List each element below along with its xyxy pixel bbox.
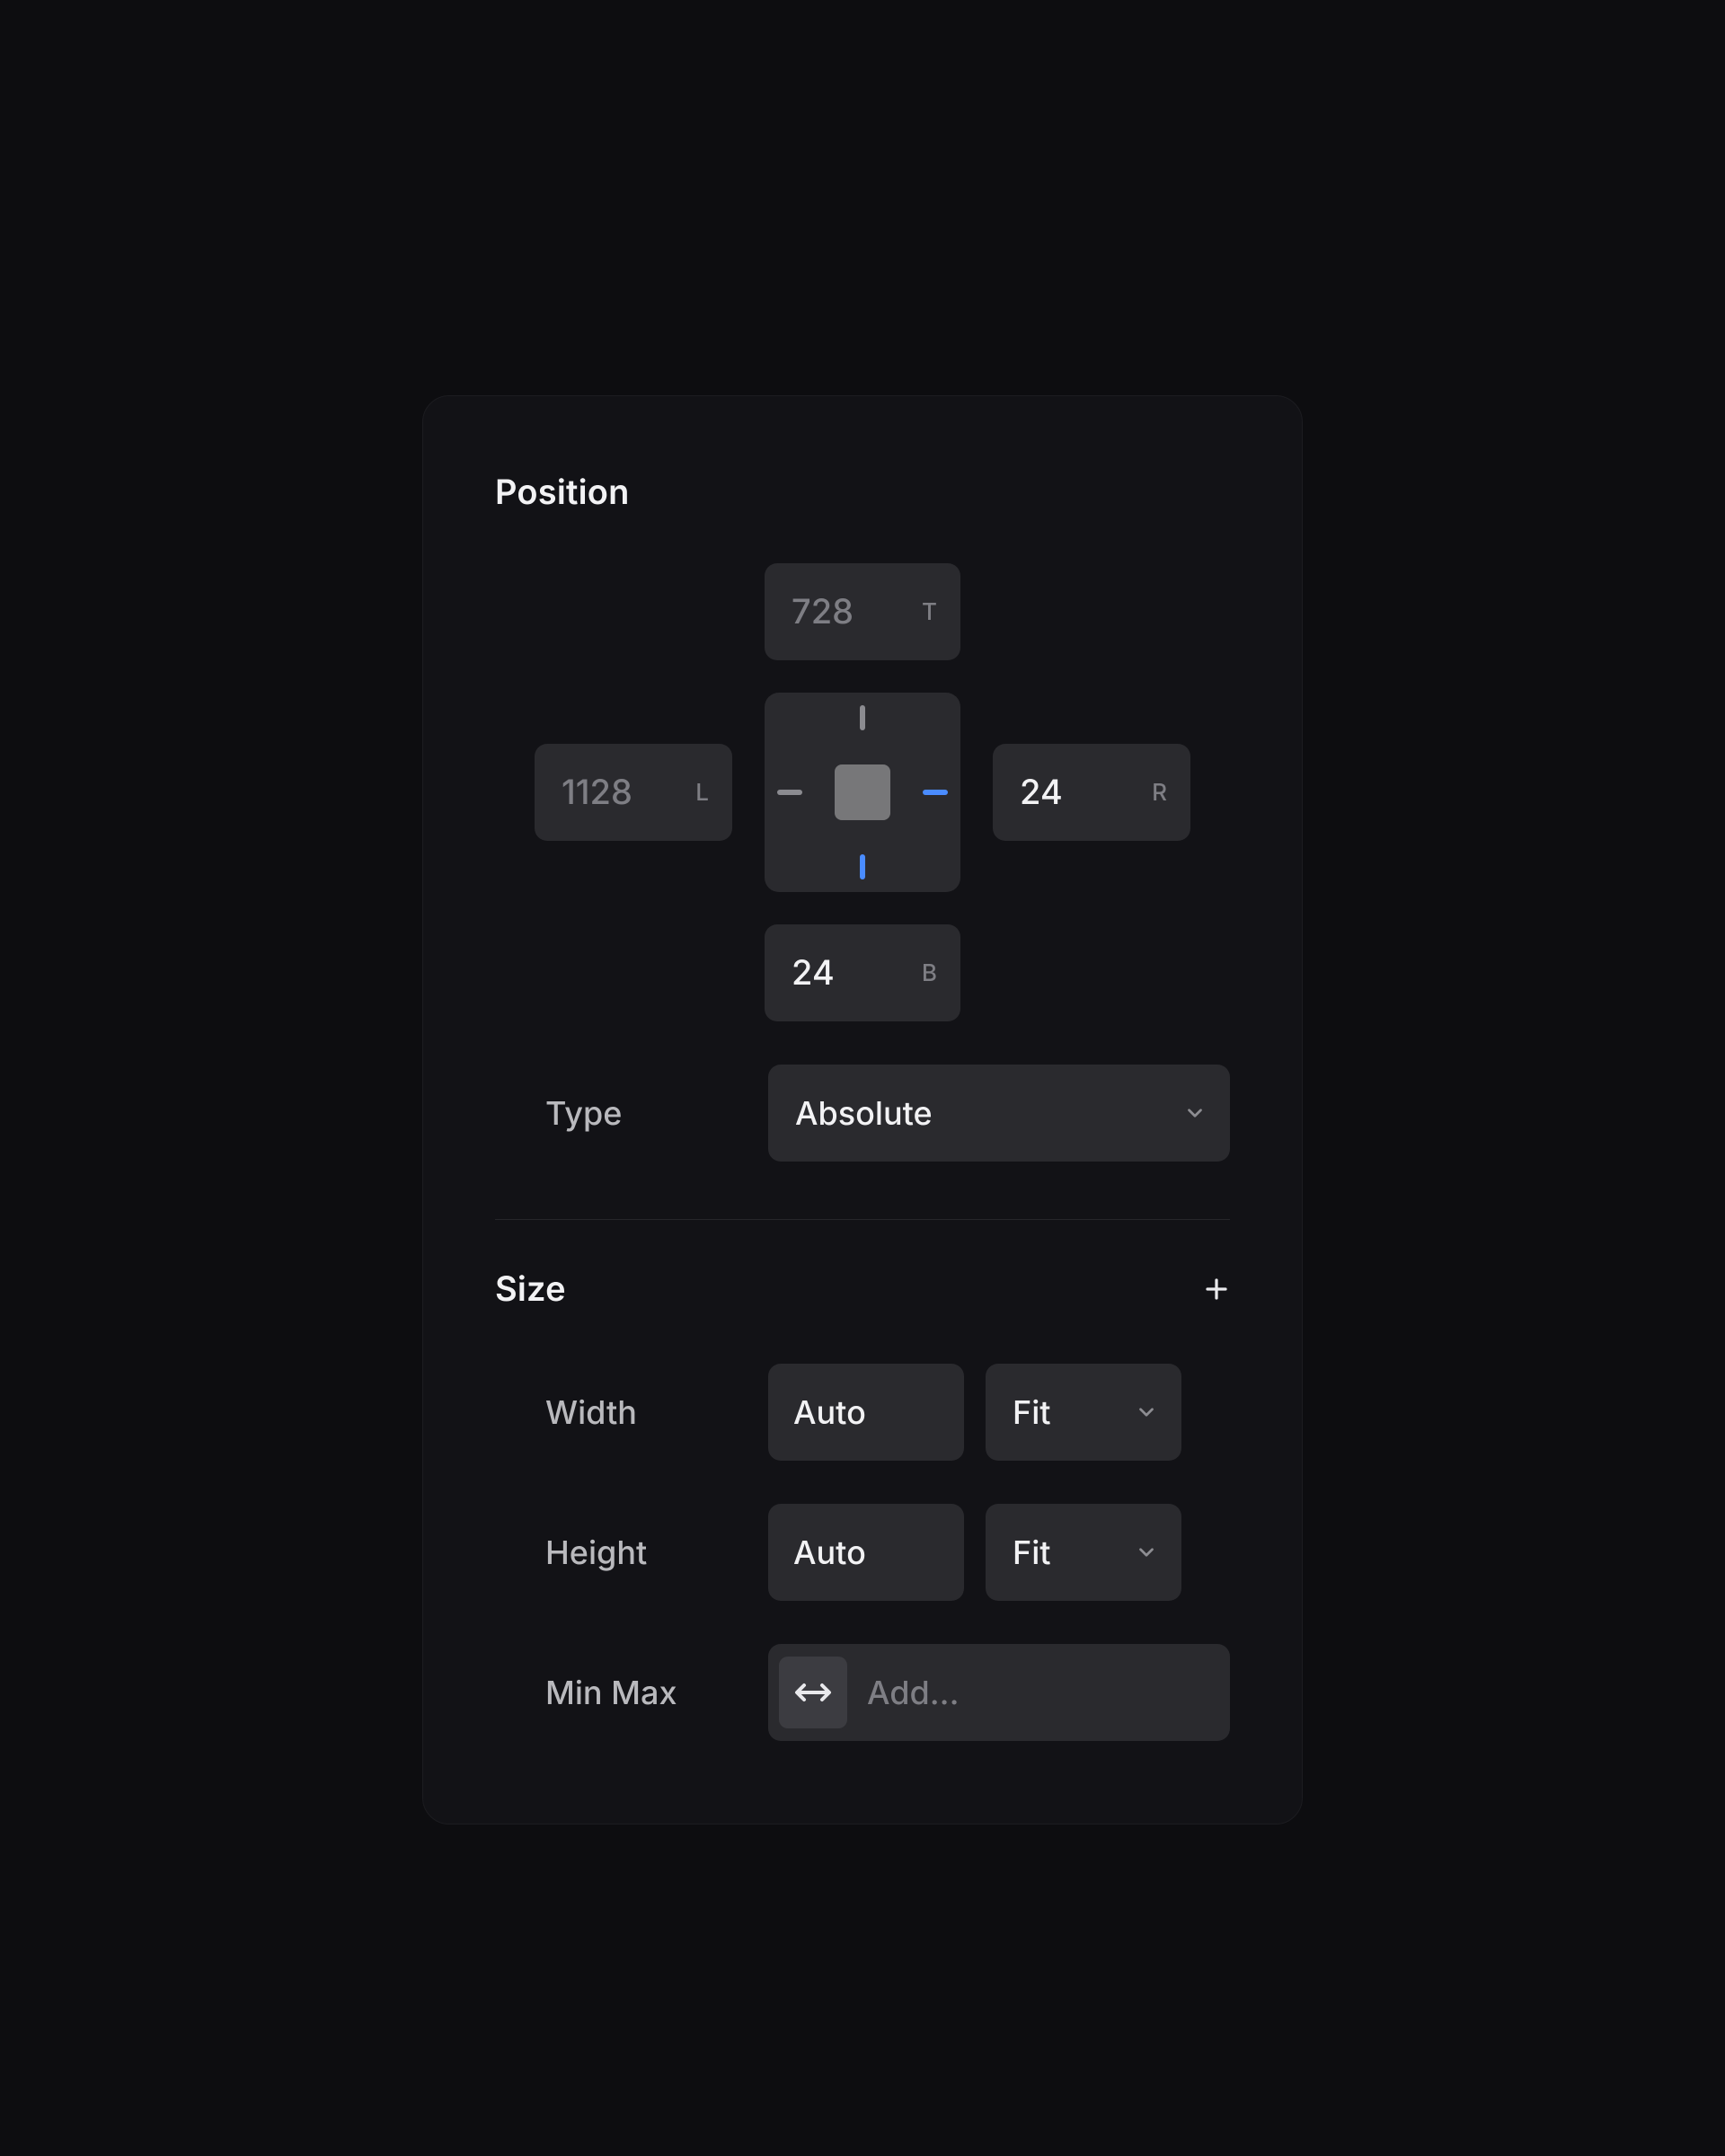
chevron-down-icon <box>1135 1541 1158 1564</box>
size-section: Size Width Auto Fit <box>495 1268 1230 1741</box>
width-mode-select[interactable]: Fit <box>986 1364 1181 1461</box>
position-top-letter: T <box>922 598 937 626</box>
position-left-input[interactable]: 1128 L <box>535 744 732 841</box>
width-label: Width <box>495 1392 747 1432</box>
anchor-tick-bottom[interactable] <box>860 854 865 879</box>
minmax-input[interactable]: Add... <box>768 1644 1230 1741</box>
position-top-value: 728 <box>792 591 854 632</box>
position-left-value: 1128 <box>562 772 632 813</box>
height-mode-select[interactable]: Fit <box>986 1504 1181 1601</box>
position-left-letter: L <box>695 779 709 807</box>
inspector-panel: Position 728 T 1128 L <box>422 395 1303 1825</box>
position-type-select[interactable]: Absolute <box>768 1065 1230 1162</box>
size-section-title: Size <box>495 1268 566 1310</box>
height-value-input[interactable]: Auto <box>768 1504 964 1601</box>
width-value-input[interactable]: Auto <box>768 1364 964 1461</box>
width-row: Width Auto Fit <box>495 1364 1230 1461</box>
position-type-row: Type Absolute <box>495 1065 1230 1162</box>
position-type-label: Type <box>495 1093 747 1133</box>
position-anchor-grid: 728 T 1128 L 24 <box>495 563 1230 1021</box>
section-divider <box>495 1219 1230 1220</box>
position-top-input[interactable]: 728 T <box>765 563 960 660</box>
height-value: Auto <box>793 1533 866 1572</box>
anchor-tick-top[interactable] <box>860 705 865 730</box>
height-mode-value: Fit <box>1013 1533 1051 1572</box>
minmax-placeholder: Add... <box>867 1673 960 1712</box>
position-right-input[interactable]: 24 R <box>993 744 1190 841</box>
anchor-tick-left[interactable] <box>777 790 802 795</box>
minmax-row: Min Max Add... <box>495 1644 1230 1741</box>
position-bottom-input[interactable]: 24 B <box>765 924 960 1021</box>
anchor-tick-right[interactable] <box>923 790 948 795</box>
position-type-value: Absolute <box>795 1093 933 1133</box>
anchor-center-handle[interactable] <box>835 764 890 820</box>
chevron-down-icon <box>1135 1401 1158 1424</box>
width-mode-value: Fit <box>1013 1392 1051 1432</box>
height-label: Height <box>495 1533 747 1572</box>
position-anchor-control[interactable] <box>765 693 960 892</box>
size-section-header: Size <box>495 1268 1230 1310</box>
position-bottom-value: 24 <box>792 952 835 994</box>
position-right-value: 24 <box>1020 772 1063 813</box>
position-mid-row: 1128 L 24 R <box>535 693 1190 892</box>
position-bottom-letter: B <box>922 959 937 987</box>
height-row: Height Auto Fit <box>495 1504 1230 1601</box>
position-section: Position 728 T 1128 L <box>495 472 1230 1162</box>
minmax-label: Min Max <box>495 1673 747 1712</box>
position-right-letter: R <box>1152 779 1167 807</box>
chevron-down-icon <box>1183 1101 1207 1125</box>
horizontal-resize-icon <box>779 1657 847 1728</box>
position-section-title: Position <box>495 472 1230 513</box>
width-value: Auto <box>793 1392 866 1432</box>
plus-icon[interactable] <box>1203 1276 1230 1303</box>
